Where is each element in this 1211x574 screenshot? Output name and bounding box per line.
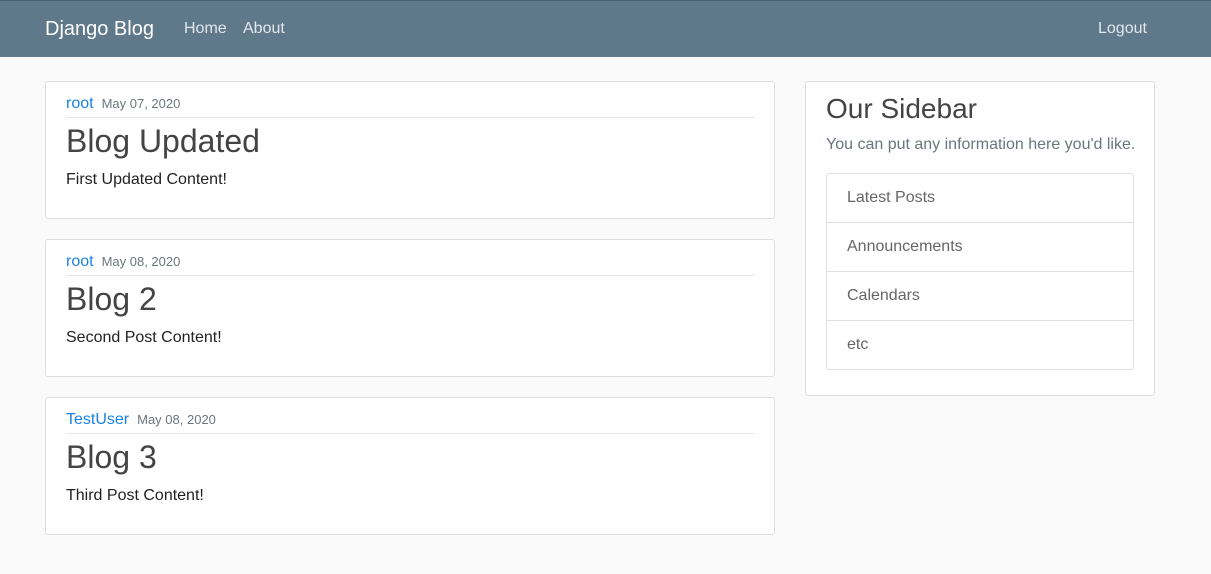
brand-link[interactable]: Django Blog [45, 17, 154, 41]
post-date: May 08, 2020 [101, 254, 181, 269]
sidebar-list: Latest Posts Announcements Calendars etc [826, 173, 1134, 370]
sidebar: Our Sidebar You can put any information … [805, 81, 1155, 396]
nav-home-link[interactable]: Home [184, 19, 227, 39]
post-author-link[interactable]: root [66, 253, 94, 270]
sidebar-item-announcements[interactable]: Announcements [827, 223, 1133, 272]
post-meta: TestUser May 08, 2020 [66, 410, 755, 434]
sidebar-description: You can put any information here you'd l… [826, 136, 1136, 153]
sidebar-item-etc[interactable]: etc [827, 321, 1133, 369]
post-title-link[interactable]: Blog 2 [66, 280, 157, 318]
post-author-link[interactable]: TestUser [66, 411, 129, 428]
post-date: May 08, 2020 [137, 412, 216, 427]
post-title-link[interactable]: Blog Updated [66, 122, 260, 160]
post-content: Third Post Content! [66, 487, 204, 504]
post-card: root May 07, 2020 Blog Updated First Upda… [45, 81, 775, 219]
post-content: First Updated Content! [66, 171, 227, 188]
post-card: root May 08, 2020 Blog 2 Second Post Cont… [45, 239, 775, 377]
post-title-link[interactable]: Blog 3 [66, 438, 157, 476]
sidebar-item-latest-posts[interactable]: Latest Posts [827, 174, 1133, 223]
top-navbar: Django Blog Home About Logout [0, 0, 1211, 57]
sidebar-item-calendars[interactable]: Calendars [827, 272, 1133, 321]
logout-link[interactable]: Logout [1098, 19, 1147, 39]
post-author-link[interactable]: root [66, 95, 94, 112]
sidebar-title: Our Sidebar [826, 93, 977, 124]
post-date: May 07, 2020 [101, 96, 181, 111]
post-card: TestUser May 08, 2020 Blog 3 Third Post C… [45, 397, 775, 535]
post-meta: root May 08, 2020 [66, 252, 755, 276]
post-meta: root May 07, 2020 [66, 94, 755, 118]
post-content: Second Post Content! [66, 329, 222, 346]
nav-about-link[interactable]: About [243, 19, 285, 39]
